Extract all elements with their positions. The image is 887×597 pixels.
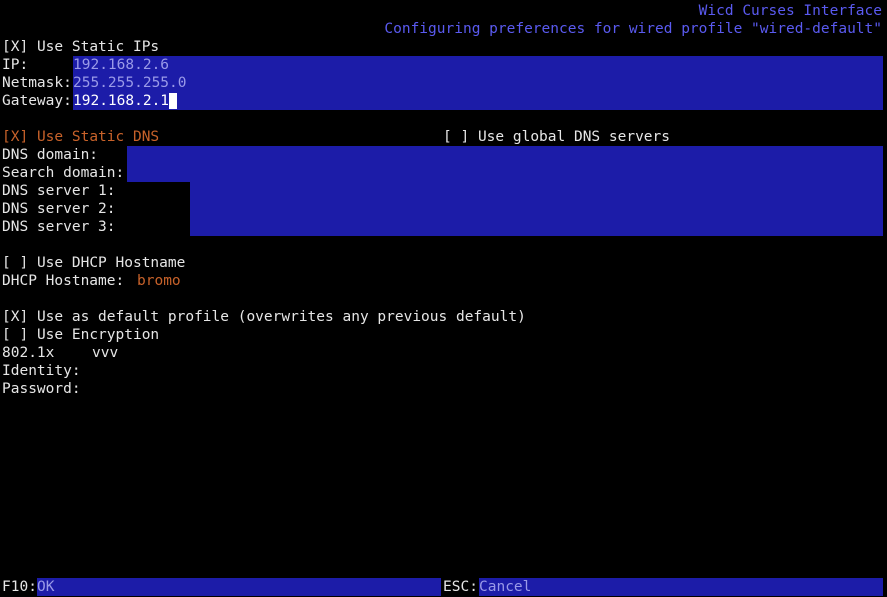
password-field[interactable] bbox=[82, 380, 382, 398]
gateway-value[interactable]: 192.168.2.1 bbox=[73, 93, 169, 109]
search-domain-field[interactable] bbox=[127, 164, 883, 182]
default-profile-check[interactable]: [X] bbox=[2, 309, 28, 325]
text-cursor bbox=[169, 93, 178, 109]
dns-server-1-label: DNS server 1: bbox=[2, 183, 116, 199]
dhcp-hostname-label: DHCP Hostname: bbox=[2, 273, 125, 289]
static-ip-check[interactable]: [X] bbox=[2, 39, 28, 55]
dns-server-2-field[interactable] bbox=[190, 200, 883, 218]
dhcp-hostname-field[interactable]: bromo bbox=[137, 272, 181, 290]
dns-server-1-field[interactable] bbox=[190, 182, 883, 200]
encryption-check[interactable]: [ ] bbox=[2, 327, 28, 343]
static-dns-label: Use Static DNS bbox=[36, 129, 160, 145]
app-title: Wicd Curses Interface bbox=[698, 3, 882, 19]
global-dns-check[interactable]: [ ] bbox=[443, 129, 469, 145]
encryption-type-select[interactable]: vvv bbox=[92, 344, 118, 362]
dns-server-3-field[interactable] bbox=[190, 218, 883, 236]
encryption-label: Use Encryption bbox=[36, 327, 160, 343]
global-dns-label: Use global DNS servers bbox=[477, 129, 670, 145]
identity-field[interactable] bbox=[82, 362, 382, 380]
global-dns-checkbox[interactable]: [ ] Use global DNS servers bbox=[443, 128, 670, 146]
netmask-label: Netmask: bbox=[2, 75, 72, 91]
static-ip-checkbox[interactable]: [X] Use Static IPs bbox=[2, 38, 159, 56]
dns-domain-label: DNS domain: bbox=[2, 147, 99, 163]
default-profile-label: Use as default profile (overwrites any p… bbox=[36, 309, 526, 325]
dhcp-hostname-checkbox-label: Use DHCP Hostname bbox=[36, 255, 186, 271]
static-ip-fields-bg bbox=[73, 56, 883, 110]
ip-field[interactable]: 192.168.2.6 bbox=[73, 56, 169, 74]
encryption-checkbox[interactable]: [ ] Use Encryption bbox=[2, 326, 159, 344]
f10-key-label: F10: bbox=[2, 579, 37, 595]
ip-label: IP: bbox=[2, 57, 29, 73]
encryption-type-label: 802.1x bbox=[2, 345, 55, 361]
static-ip-label: Use Static IPs bbox=[36, 39, 160, 55]
dhcp-hostname-check[interactable]: [ ] bbox=[2, 255, 28, 271]
default-profile-checkbox[interactable]: [X] Use as default profile (overwrites a… bbox=[2, 308, 526, 326]
search-domain-label: Search domain: bbox=[2, 165, 125, 181]
esc-key-label: ESC: bbox=[443, 579, 478, 595]
page-subtitle: Configuring preferences for wired profil… bbox=[384, 21, 882, 37]
static-dns-checkbox[interactable]: [X] Use Static DNS bbox=[2, 128, 159, 146]
password-label: Password: bbox=[2, 381, 81, 397]
dns-domain-field[interactable] bbox=[127, 146, 883, 164]
dns-server-2-label: DNS server 2: bbox=[2, 201, 116, 217]
dns-server-3-label: DNS server 3: bbox=[2, 219, 116, 235]
cancel-button[interactable]: Cancel bbox=[479, 578, 883, 596]
identity-label: Identity: bbox=[2, 363, 81, 379]
ok-button[interactable]: OK bbox=[37, 578, 441, 596]
dhcp-hostname-checkbox[interactable]: [ ] Use DHCP Hostname bbox=[2, 254, 185, 272]
gateway-field[interactable]: 192.168.2.1 bbox=[73, 92, 178, 110]
gateway-label: Gateway: bbox=[2, 93, 72, 109]
static-dns-check[interactable]: [X] bbox=[2, 129, 28, 145]
netmask-field[interactable]: 255.255.255.0 bbox=[73, 74, 187, 92]
